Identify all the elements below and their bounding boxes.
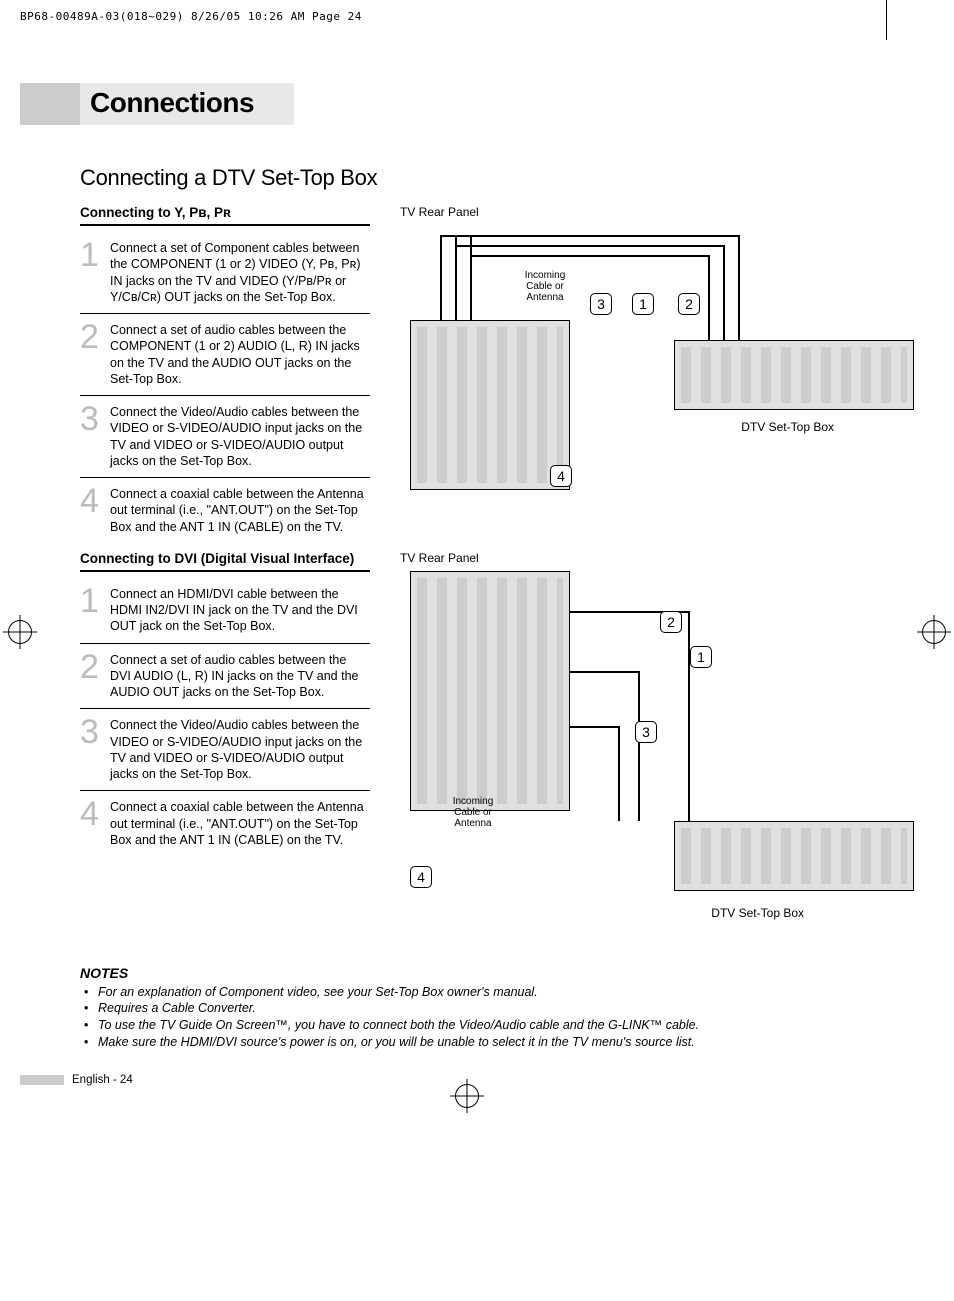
steps-dvi: 1 Connect an HDMI/DVI cable between the … — [80, 578, 370, 856]
footer-accent — [20, 1075, 64, 1085]
note-item: Make sure the HDMI/DVI source's power is… — [84, 1035, 914, 1051]
print-slug: BP68-00489A-03(018~029) 8/26/05 10:26 AM… — [20, 10, 914, 23]
diagram-label-tv: TV Rear Panel — [400, 205, 914, 219]
wire — [455, 245, 725, 247]
callout-4: 4 — [410, 866, 432, 888]
header-accent — [20, 83, 80, 125]
callout-1: 1 — [632, 293, 654, 315]
step-number: 1 — [80, 584, 110, 635]
step-number: 2 — [80, 650, 110, 701]
wire — [440, 235, 442, 320]
wiring-diagram-2: 2 1 3 4 Incoming Cable or Antenna DTV Se… — [400, 571, 914, 931]
step-number: 1 — [80, 238, 110, 305]
page-title: Connecting a DTV Set-Top Box — [80, 165, 914, 191]
section-heading-ypbpr: Connecting to Y, Pʙ, Pʀ — [80, 205, 370, 226]
wire — [688, 611, 690, 821]
callout-3: 3 — [635, 721, 657, 743]
wire — [723, 245, 725, 340]
incoming-cable-label: Incoming Cable or Antenna — [520, 270, 570, 303]
step-4: 4 Connect a coaxial cable between the An… — [80, 791, 370, 856]
step-number: 3 — [80, 715, 110, 782]
step-text: Connect a set of audio cables between th… — [110, 320, 370, 387]
step-text: Connect the Video/Audio cables between t… — [110, 402, 370, 469]
step-4: 4 Connect a coaxial cable between the An… — [80, 478, 370, 543]
step-number: 3 — [80, 402, 110, 469]
diagram-label-tv: TV Rear Panel — [400, 551, 914, 565]
step-text: Connect a coaxial cable between the Ante… — [110, 797, 370, 848]
callout-1: 1 — [690, 646, 712, 668]
chapter-header: Connections — [20, 83, 914, 125]
callout-2: 2 — [678, 293, 700, 315]
notes-heading: NOTES — [80, 965, 914, 981]
step-1: 1 Connect an HDMI/DVI cable between the … — [80, 578, 370, 644]
step-text: Connect a coaxial cable between the Ante… — [110, 484, 370, 535]
wire — [470, 235, 472, 320]
wiring-diagram-1: Incoming Cable or Antenna 1 2 3 4 DTV Se… — [400, 225, 914, 505]
steps-ypbpr: 1 Connect a set of Component cables betw… — [80, 232, 370, 543]
tv-rear-panel — [410, 571, 570, 811]
step-text: Connect an HDMI/DVI cable between the HD… — [110, 584, 370, 635]
set-top-box-panel — [674, 340, 914, 410]
wire — [618, 726, 620, 821]
stb-label: DTV Set-Top Box — [711, 906, 804, 920]
step-3: 3 Connect the Video/Audio cables between… — [80, 396, 370, 478]
step-2: 2 Connect a set of audio cables between … — [80, 644, 370, 710]
wire — [638, 671, 640, 821]
wire — [470, 255, 710, 257]
step-2: 2 Connect a set of audio cables between … — [80, 314, 370, 396]
note-item: To use the TV Guide On Screen™, you have… — [84, 1018, 914, 1034]
wire — [570, 671, 640, 673]
step-text: Connect the Video/Audio cables between t… — [110, 715, 370, 782]
page-footer: English - 24 — [20, 1074, 914, 1086]
tv-rear-panel — [410, 320, 570, 490]
callout-3: 3 — [590, 293, 612, 315]
wire — [708, 255, 710, 340]
wire — [570, 726, 620, 728]
step-number: 2 — [80, 320, 110, 387]
callout-4: 4 — [550, 465, 572, 487]
wire — [738, 235, 740, 340]
wire — [440, 235, 740, 237]
note-item: For an explanation of Component video, s… — [84, 985, 914, 1001]
set-top-box-panel — [674, 821, 914, 891]
step-number: 4 — [80, 797, 110, 848]
incoming-cable-label: Incoming Cable or Antenna — [448, 796, 498, 829]
step-text: Connect a set of Component cables betwee… — [110, 238, 370, 305]
stb-label: DTV Set-Top Box — [741, 420, 834, 434]
wire — [455, 235, 457, 320]
section-heading-dvi: Connecting to DVI (Digital Visual Interf… — [80, 551, 370, 572]
callout-2: 2 — [660, 611, 682, 633]
chapter-title: Connections — [80, 83, 294, 125]
step-text: Connect a set of audio cables between th… — [110, 650, 370, 701]
step-number: 4 — [80, 484, 110, 535]
notes-section: NOTES For an explanation of Component vi… — [80, 965, 914, 1051]
note-item: Requires a Cable Converter. — [84, 1001, 914, 1017]
step-3: 3 Connect the Video/Audio cables between… — [80, 709, 370, 791]
page-number-label: English - 24 — [72, 1074, 133, 1086]
step-1: 1 Connect a set of Component cables betw… — [80, 232, 370, 314]
